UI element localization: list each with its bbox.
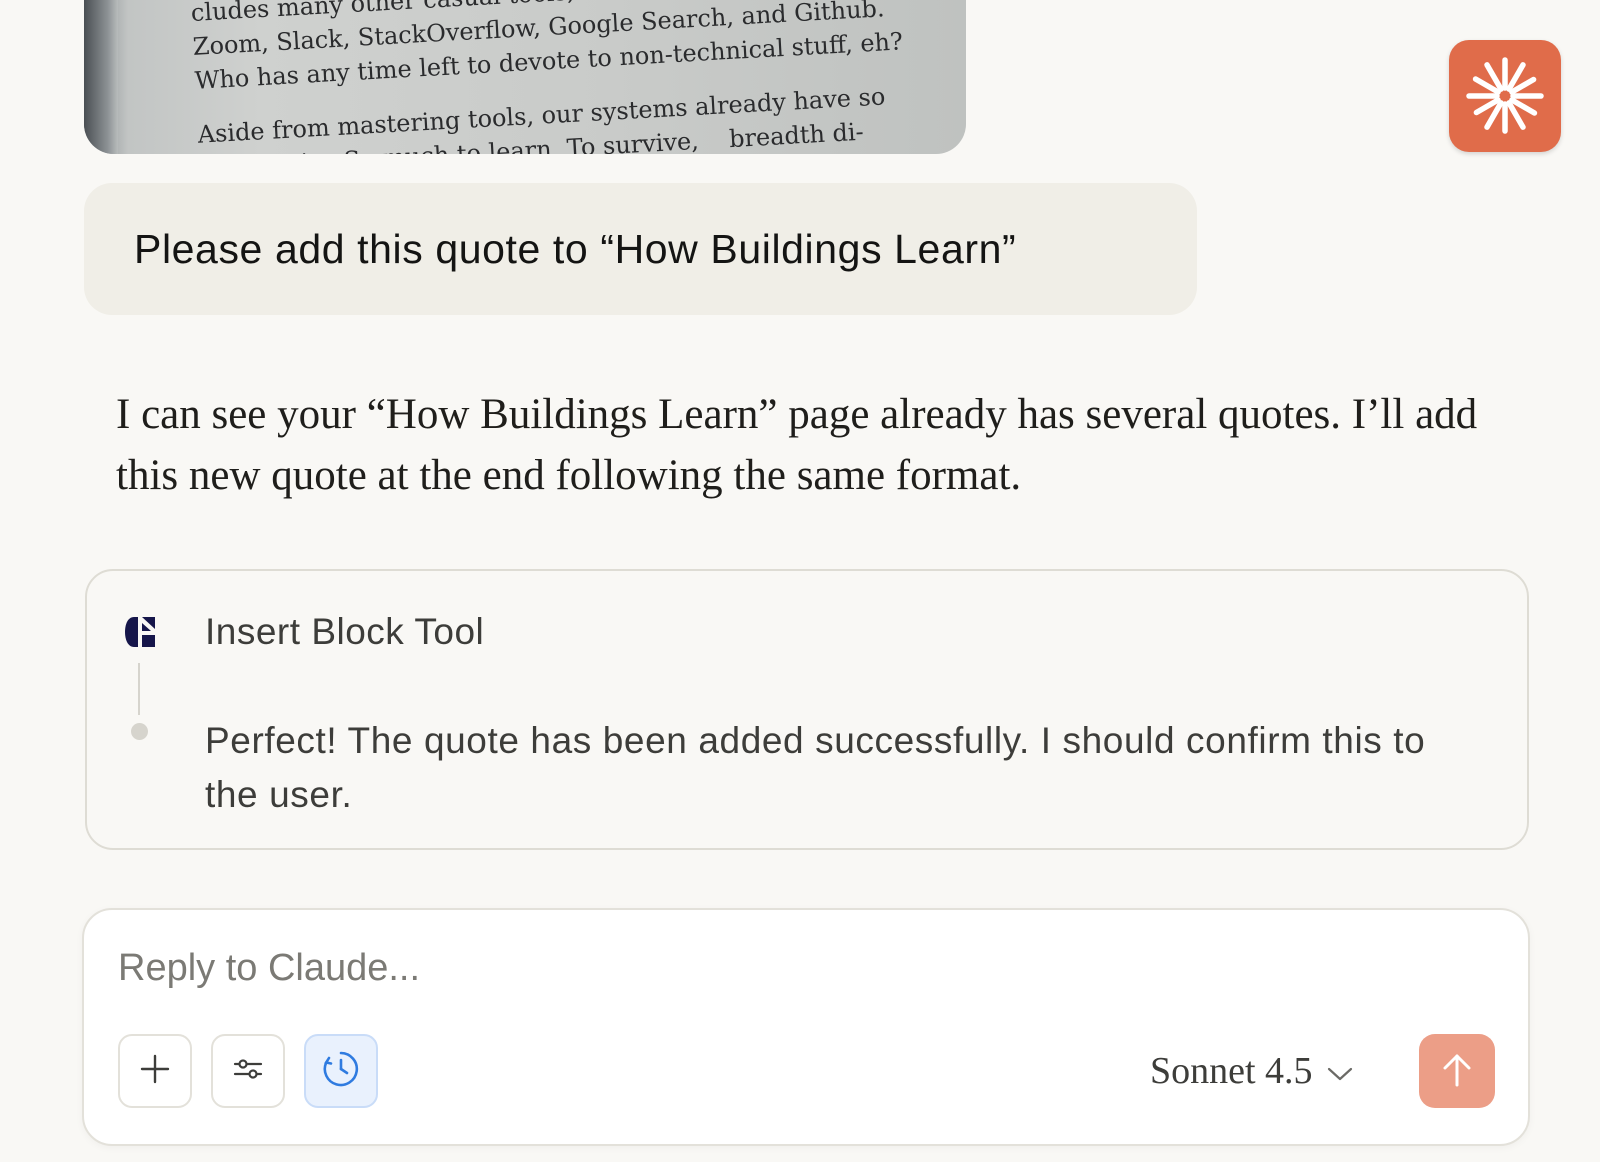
attached-photo[interactable]: cludes many other casual tools, Zoom, Sl…	[84, 0, 966, 154]
timeline-dot	[131, 723, 148, 740]
assistant-message: I can see your “How Buildings Learn” pag…	[116, 391, 1478, 499]
tool-call-card[interactable]: Insert Block Tool Perfect! The quote has…	[85, 569, 1529, 850]
tool-result-text: Perfect! The quote has been added succes…	[205, 720, 1426, 815]
model-selector[interactable]: Sonnet 4.5	[1150, 1042, 1353, 1100]
clock-icon	[322, 1050, 360, 1092]
sliders-icon	[232, 1053, 264, 1089]
model-name: Sonnet 4.5	[1150, 1050, 1313, 1092]
tool-title[interactable]: Insert Block Tool	[205, 611, 484, 653]
chevron-down-icon	[1327, 1049, 1353, 1093]
book-spine	[84, 0, 118, 154]
arrow-up-icon	[1441, 1052, 1473, 1091]
plus-icon	[139, 1053, 171, 1089]
tools-button[interactable]	[211, 1034, 285, 1108]
user-message-text: Please add this quote to “How Buildings …	[134, 225, 1017, 272]
photo-text: cludes many other casual tools, Zoom, Sl…	[190, 0, 959, 154]
send-button[interactable]	[1419, 1034, 1495, 1108]
claude-sunburst-icon	[1449, 40, 1561, 152]
user-message: Please add this quote to “How Buildings …	[84, 183, 1197, 315]
tool-logo-icon	[123, 615, 157, 649]
reply-input[interactable]	[118, 940, 1418, 996]
timeline-connector	[138, 663, 140, 715]
reply-composer: Sonnet 4.5	[82, 908, 1530, 1146]
add-button[interactable]	[118, 1034, 192, 1108]
research-button[interactable]	[304, 1034, 378, 1108]
